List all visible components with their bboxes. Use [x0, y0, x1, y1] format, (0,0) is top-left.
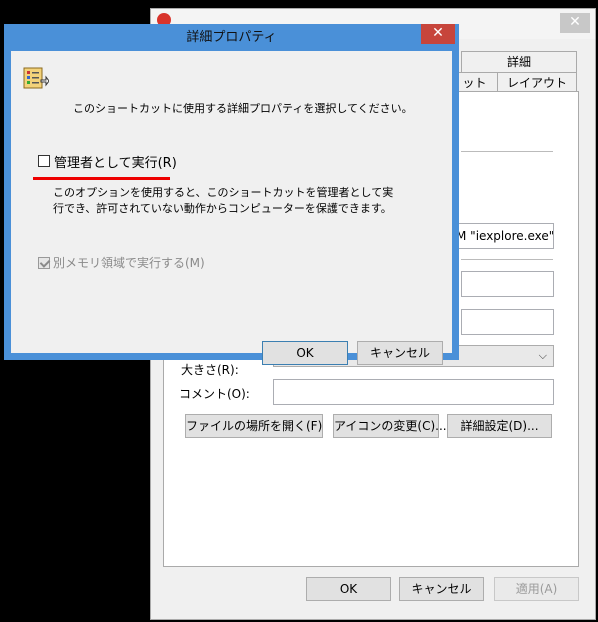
separate-memory-checkbox[interactable] [38, 257, 50, 269]
run-as-admin-label[interactable]: 管理者として実行(R) [54, 152, 177, 171]
chevron-down-icon: ⌵ [538, 349, 547, 362]
divider [461, 259, 553, 260]
tab-details[interactable]: 詳細 [461, 51, 577, 73]
change-icon-button[interactable]: アイコンの変更(C)... [333, 414, 447, 438]
comment-field[interactable] [273, 379, 554, 405]
dialog-body: このショートカットに使用する詳細プロパティを選択してください。 管理者として実行… [11, 51, 452, 365]
target-field[interactable]: M "iexplore.exe" [451, 223, 554, 249]
separate-memory-label: 別メモリ領域で実行する(M) [53, 256, 205, 270]
dialog-cancel-button[interactable]: キャンセル [357, 341, 443, 365]
shortcut-key-field[interactable] [461, 309, 554, 335]
dialog-title: 詳細プロパティ [186, 30, 277, 45]
comment-label: コメント(O): [179, 387, 250, 401]
size-label: 大きさ(R): [181, 363, 239, 377]
advanced-button[interactable]: 詳細設定(D)... [447, 414, 552, 438]
divider [461, 151, 553, 152]
background-ok-button[interactable]: OK [306, 577, 391, 601]
background-close-button[interactable]: ✕ [560, 13, 590, 33]
background-cancel-button[interactable]: キャンセル [399, 577, 484, 601]
dialog-close-button[interactable]: ✕ [421, 24, 455, 44]
start-in-field[interactable] [461, 271, 554, 297]
advanced-properties-dialog: 詳細プロパティ ✕ このショートカットに使用する詳細プロパティを選択してください… [4, 24, 459, 365]
tab-layout[interactable]: レイアウト [497, 72, 577, 93]
apply-button[interactable]: 適用(A) [494, 577, 579, 601]
instruction-text: このショートカットに使用する詳細プロパティを選択してください。 [73, 102, 413, 115]
shortcut-properties-icon [23, 67, 49, 89]
dialog-ok-button[interactable]: OK [262, 341, 348, 365]
description-text: このオプションを使用すると、このショートカットを管理者として実行でき、許可されて… [53, 186, 394, 215]
run-as-admin-checkbox[interactable] [38, 155, 50, 167]
highlight-underline [33, 177, 170, 180]
open-file-location-button[interactable]: ファイルの場所を開く(F) [185, 414, 323, 438]
